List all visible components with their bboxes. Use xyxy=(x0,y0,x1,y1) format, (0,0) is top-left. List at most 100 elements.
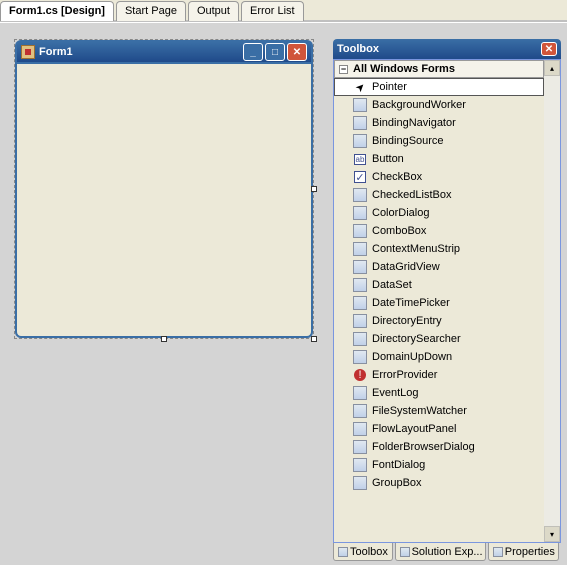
datagridview-icon xyxy=(352,259,368,275)
properties-icon xyxy=(493,546,503,558)
toolbox-scrollbar[interactable]: ▴ ▾ xyxy=(544,60,560,542)
toolbox-item-label: BindingNavigator xyxy=(372,117,456,129)
toolbox-item[interactable]: ✓ CheckBox xyxy=(334,168,544,186)
toolbox-item[interactable]: FlowLayoutPanel xyxy=(334,420,544,438)
toolbox-item[interactable]: DateTimePicker xyxy=(334,294,544,312)
toolbox-item[interactable]: BackgroundWorker xyxy=(334,96,544,114)
toolbox-item-label: FolderBrowserDialog xyxy=(372,441,475,453)
pointer-icon: ➤ xyxy=(349,76,372,99)
flowlayoutpanel-icon xyxy=(352,421,368,437)
datetimepicker-icon xyxy=(352,295,368,311)
bindingsource-icon xyxy=(352,133,368,149)
dataset-icon xyxy=(352,277,368,293)
toolbox-titlebar[interactable]: Toolbox ✕ xyxy=(333,39,561,59)
toolbox-item[interactable]: ab Button xyxy=(334,150,544,168)
toolbox-item[interactable]: ! ErrorProvider xyxy=(334,366,544,384)
toolbox-item-label: CheckBox xyxy=(372,171,422,183)
panel-tab[interactable]: Solution Exp... xyxy=(395,543,486,561)
toolbox-item[interactable]: DomainUpDown xyxy=(334,348,544,366)
toolbox-item[interactable]: DirectorySearcher xyxy=(334,330,544,348)
form-client-area[interactable] xyxy=(15,64,313,338)
form-titlebar[interactable]: Form1 _ □ ✕ xyxy=(15,40,313,64)
folderbrowserdialog-icon xyxy=(352,439,368,455)
toolbox-item-label: ContextMenuStrip xyxy=(372,243,460,255)
button-icon: ab xyxy=(352,151,368,167)
form-title: Form1 xyxy=(39,46,241,58)
toolbox-item[interactable]: DataSet xyxy=(334,276,544,294)
toolbox-item-label: ErrorProvider xyxy=(372,369,437,381)
scroll-down-icon[interactable]: ▾ xyxy=(544,526,560,542)
panel-tabs: Toolbox Solution Exp... Properties xyxy=(333,543,561,561)
colordialog-icon xyxy=(352,205,368,221)
toolbox-item-label: Pointer xyxy=(372,81,407,93)
filesystemwatcher-icon xyxy=(352,403,368,419)
toolbox-item[interactable]: ComboBox xyxy=(334,222,544,240)
panel-tab[interactable]: Properties xyxy=(488,543,559,561)
toolbox-item[interactable]: FontDialog xyxy=(334,456,544,474)
toolbox-item[interactable]: BindingSource xyxy=(334,132,544,150)
resize-handle-corner[interactable] xyxy=(311,336,317,342)
domainupdown-icon xyxy=(352,349,368,365)
toolbox-item-label: ComboBox xyxy=(372,225,426,237)
toolbox-item[interactable]: EventLog xyxy=(334,384,544,402)
panel-tab-label: Solution Exp... xyxy=(412,546,483,558)
toolbox-category-label: All Windows Forms xyxy=(353,63,455,75)
toolbox-item[interactable]: FileSystemWatcher xyxy=(334,402,544,420)
bindingnavigator-icon xyxy=(352,115,368,131)
toolbox-item-label: Button xyxy=(372,153,404,165)
toolbox-panel: Toolbox ✕ − All Windows Forms ➤PointerBa… xyxy=(333,39,561,543)
fontdialog-icon xyxy=(352,457,368,473)
toolbox-item[interactable]: FolderBrowserDialog xyxy=(334,438,544,456)
toolbox-item-label: DomainUpDown xyxy=(372,351,452,363)
errorprovider-icon: ! xyxy=(352,367,368,383)
form-designer[interactable]: Form1 _ □ ✕ xyxy=(14,39,314,339)
toolbox-item-label: FileSystemWatcher xyxy=(372,405,467,417)
document-tab[interactable]: Start Page xyxy=(116,1,186,21)
toolbox-item-label: FontDialog xyxy=(372,459,425,471)
toolbox-category[interactable]: − All Windows Forms xyxy=(334,60,544,78)
collapse-icon[interactable]: − xyxy=(339,65,348,74)
toolbox-item[interactable]: DirectoryEntry xyxy=(334,312,544,330)
toolbox-item-label: DateTimePicker xyxy=(372,297,450,309)
toolbox-item-label: EventLog xyxy=(372,387,418,399)
toolbox-close-icon[interactable]: ✕ xyxy=(541,42,557,56)
toolbox-item[interactable]: GroupBox xyxy=(334,474,544,492)
directoryentry-icon xyxy=(352,313,368,329)
minimize-button[interactable]: _ xyxy=(243,43,263,61)
toolbox-item[interactable]: BindingNavigator xyxy=(334,114,544,132)
panel-tab[interactable]: Toolbox xyxy=(333,543,393,561)
checkedlistbox-icon xyxy=(352,187,368,203)
design-surface: Form1 _ □ ✕ Toolbox ✕ − All Windows Form… xyxy=(0,22,567,565)
toolbox-item-label: DataSet xyxy=(372,279,412,291)
toolbox-item-label: GroupBox xyxy=(372,477,422,489)
resize-handle-bottom[interactable] xyxy=(161,336,167,342)
checkbox-icon: ✓ xyxy=(352,169,368,185)
form-icon xyxy=(21,45,35,59)
toolbox-item[interactable]: DataGridView xyxy=(334,258,544,276)
toolbox-item-label: CheckedListBox xyxy=(372,189,452,201)
panel-tab-label: Toolbox xyxy=(350,546,388,558)
toolbox-item[interactable]: ContextMenuStrip xyxy=(334,240,544,258)
eventlog-icon xyxy=(352,385,368,401)
backgroundworker-icon xyxy=(352,97,368,113)
toolbox-item-label: DataGridView xyxy=(372,261,440,273)
toolbox-item-label: BindingSource xyxy=(372,135,444,147)
document-tab[interactable]: Form1.cs [Design] xyxy=(0,1,114,21)
toolbox-item-label: FlowLayoutPanel xyxy=(372,423,456,435)
close-button[interactable]: ✕ xyxy=(287,43,307,61)
toolbox-item[interactable]: ➤Pointer xyxy=(334,78,544,96)
resize-handle-right[interactable] xyxy=(311,186,317,192)
document-tab[interactable]: Output xyxy=(188,1,239,21)
scroll-track[interactable] xyxy=(544,76,560,526)
document-tab[interactable]: Error List xyxy=(241,1,304,21)
toolbox-item[interactable]: CheckedListBox xyxy=(334,186,544,204)
document-tabs: Form1.cs [Design]Start PageOutputError L… xyxy=(0,0,567,22)
toolbox-item-label: ColorDialog xyxy=(372,207,429,219)
scroll-up-icon[interactable]: ▴ xyxy=(544,60,560,76)
toolbox-item[interactable]: ColorDialog xyxy=(334,204,544,222)
solution-explorer-icon xyxy=(400,546,410,558)
toolbox-title: Toolbox xyxy=(337,43,541,55)
combobox-icon xyxy=(352,223,368,239)
toolbox-item-label: DirectoryEntry xyxy=(372,315,442,327)
maximize-button[interactable]: □ xyxy=(265,43,285,61)
